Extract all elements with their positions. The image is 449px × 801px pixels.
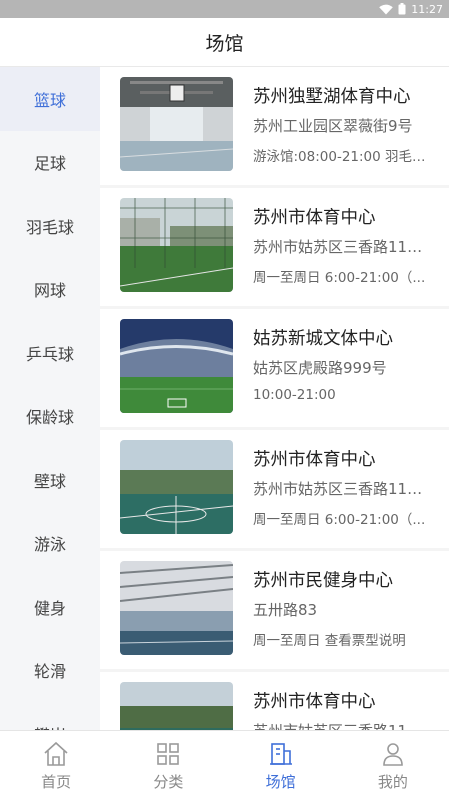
venue-thumbnail — [120, 682, 233, 730]
category-label: 网球 — [33, 281, 66, 301]
venue-hours: 游泳馆:08:00-21:00 羽毛球馆... — [253, 149, 431, 165]
venue-hours: 周一至周日 6:00-21:00（... — [253, 270, 426, 286]
tab-label: 首页 — [41, 773, 72, 791]
venue-thumbnail — [120, 319, 233, 413]
venue-thumbnail — [120, 77, 233, 171]
category-label: 轮滑 — [33, 662, 66, 682]
tab-label: 场馆 — [265, 773, 296, 791]
category-label: 篮球 — [33, 90, 66, 110]
category-label: 壁球 — [33, 471, 66, 491]
category-label: 足球 — [33, 154, 66, 174]
category-label: 羽毛球 — [25, 217, 74, 237]
venue-address: 苏州市姑苏区三香路1131号 — [253, 238, 431, 256]
venue-thumbnail — [120, 198, 233, 292]
sidebar-category-item[interactable]: 游泳 — [0, 512, 100, 576]
tab-label: 我的 — [377, 773, 408, 791]
category-label: 保龄球 — [25, 408, 74, 428]
venue-thumbnail — [120, 561, 233, 655]
status-time: 11:27 — [411, 2, 443, 16]
sidebar-category-item[interactable]: 网球 — [0, 258, 100, 322]
tab-profile[interactable]: 我的 — [337, 731, 449, 801]
category-sidebar: 篮球足球羽毛球网球乒乓球保龄球壁球游泳健身轮滑攀岩 — [0, 67, 100, 730]
venue-hours: 周一至周日 查看票型说明 — [253, 633, 406, 649]
category-label: 攀岩 — [34, 722, 66, 730]
bottom-tab-bar: 首页 分类 场馆 我的 — [0, 730, 449, 801]
tab-category[interactable]: 分类 — [112, 731, 224, 801]
battery-icon — [398, 3, 406, 15]
venue-hours: 周一至周日 6:00-21:00（... — [253, 512, 426, 528]
venue-name: 苏州独墅湖体育中心 — [253, 87, 411, 107]
venue-address: 五卅路83 — [253, 601, 318, 619]
sidebar-category-item[interactable]: 羽毛球 — [0, 194, 100, 258]
sidebar-category-item[interactable]: 保龄球 — [0, 385, 100, 449]
venue-thumbnail — [120, 440, 233, 534]
sidebar-category-item[interactable]: 健身 — [0, 575, 100, 639]
category-label: 健身 — [33, 598, 66, 618]
sidebar-category-item[interactable]: 轮滑 — [0, 639, 100, 703]
sidebar-category-item[interactable]: 足球 — [0, 131, 100, 195]
venue-name: 苏州市体育中心 — [253, 450, 376, 470]
building-icon — [267, 740, 295, 768]
venue-name: 苏州市民健身中心 — [253, 571, 393, 591]
tab-venue[interactable]: 场馆 — [225, 731, 337, 801]
tab-label: 分类 — [153, 773, 184, 791]
sidebar-category-item[interactable]: 攀岩 — [0, 702, 100, 730]
category-label: 游泳 — [33, 535, 66, 555]
wifi-icon — [379, 4, 394, 15]
venue-card[interactable]: 姑苏新城文体中心 姑苏区虎殿路999号 10:00-21:00 — [100, 309, 449, 427]
status-icons: 11:27 — [379, 0, 443, 18]
category-label: 乒乓球 — [25, 344, 74, 364]
grid-icon — [154, 740, 182, 768]
page-header: 场馆 — [0, 18, 449, 67]
sidebar-category-item[interactable]: 乒乓球 — [0, 321, 100, 385]
venue-name: 姑苏新城文体中心 — [253, 329, 393, 349]
home-icon — [42, 740, 70, 768]
user-icon — [379, 740, 407, 768]
venue-address: 苏州工业园区翠薇街9号 — [253, 117, 413, 135]
page-title: 场馆 — [205, 32, 244, 55]
sidebar-category-item[interactable]: 壁球 — [0, 448, 100, 512]
venue-card[interactable]: 苏州市体育中心苏州市姑苏区三香路1131号周一至周日 6:00-21:00（..… — [100, 672, 449, 730]
venue-name: 苏州市体育中心 — [253, 692, 376, 712]
sidebar-category-item[interactable]: 篮球 — [0, 67, 100, 131]
tab-home[interactable]: 首页 — [0, 731, 112, 801]
venue-hours: 10:00-21:00 — [253, 387, 336, 403]
venue-card[interactable]: 苏州市体育中心苏州市姑苏区三香路1131号周一至周日 6:00-21:00（..… — [100, 430, 449, 548]
venue-card[interactable]: 苏州市民健身中心 五卅路83 周一至周日 查看票型说明 — [100, 551, 449, 669]
venue-address: 苏州市姑苏区三香路1131号 — [253, 480, 431, 498]
venue-name: 苏州市体育中心 — [253, 208, 376, 228]
venue-address: 姑苏区虎殿路999号 — [253, 359, 387, 377]
venue-list: 苏州独墅湖体育中心苏州工业园区翠薇街9号游泳馆:08:00-21:00 羽毛球馆… — [100, 67, 449, 730]
venue-address: 苏州市姑苏区三香路1131号 — [253, 720, 431, 730]
venue-card[interactable]: 苏州独墅湖体育中心苏州工业园区翠薇街9号游泳馆:08:00-21:00 羽毛球馆… — [100, 67, 449, 185]
venue-card[interactable]: 苏州市体育中心苏州市姑苏区三香路1131号周一至周日 6:00-21:00（..… — [100, 188, 449, 306]
status-bar: 11:27 — [0, 0, 449, 18]
